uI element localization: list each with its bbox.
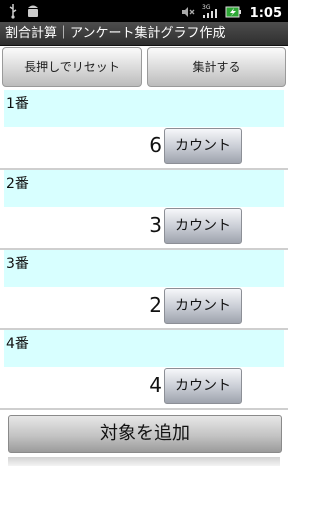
- item-list: 1番 6 カウント 2番 3 カウント 3番 2 カウント 4番 4 カウント: [0, 90, 288, 410]
- battery-icon: [225, 4, 241, 23]
- usb-icon: [8, 3, 18, 23]
- status-right: 3G 1:05: [181, 3, 282, 23]
- item-label: 1番: [6, 96, 29, 112]
- button-shadow: [8, 457, 280, 466]
- item-count: 6: [149, 133, 162, 157]
- item-label: 4番: [6, 336, 29, 352]
- count-button[interactable]: カウント: [164, 288, 242, 324]
- item-count: 4: [149, 373, 162, 397]
- item-header: 1番: [4, 90, 284, 127]
- android-debug-icon: [26, 3, 40, 23]
- mute-icon: [181, 4, 195, 23]
- item-count: 2: [149, 293, 162, 317]
- item-count: 3: [149, 213, 162, 237]
- add-target-button[interactable]: 対象を追加: [8, 415, 282, 453]
- network-type-label: 3G: [202, 4, 211, 11]
- item-header: 3番: [4, 250, 284, 287]
- count-button[interactable]: カウント: [164, 368, 242, 404]
- reset-button[interactable]: 長押しでリセット: [2, 47, 142, 87]
- item-header: 2番: [4, 170, 284, 207]
- item-label: 3番: [6, 256, 29, 272]
- status-left: [8, 3, 40, 23]
- list-item: 3番 2 カウント: [0, 250, 288, 330]
- signal-icon: 3G: [202, 3, 218, 23]
- total-button[interactable]: 集計する: [147, 47, 286, 87]
- status-time: 1:05: [249, 5, 282, 21]
- item-header: 4番: [4, 330, 284, 367]
- app-title: 割合計算｜アンケート集計グラフ作成: [0, 22, 288, 46]
- list-item: 2番 3 カウント: [0, 170, 288, 250]
- count-button[interactable]: カウント: [164, 128, 242, 164]
- item-label: 2番: [6, 176, 29, 192]
- status-bar: 3G 1:05: [0, 0, 288, 22]
- count-button[interactable]: カウント: [164, 208, 242, 244]
- list-item: 4番 4 カウント: [0, 330, 288, 410]
- list-item: 1番 6 カウント: [0, 90, 288, 170]
